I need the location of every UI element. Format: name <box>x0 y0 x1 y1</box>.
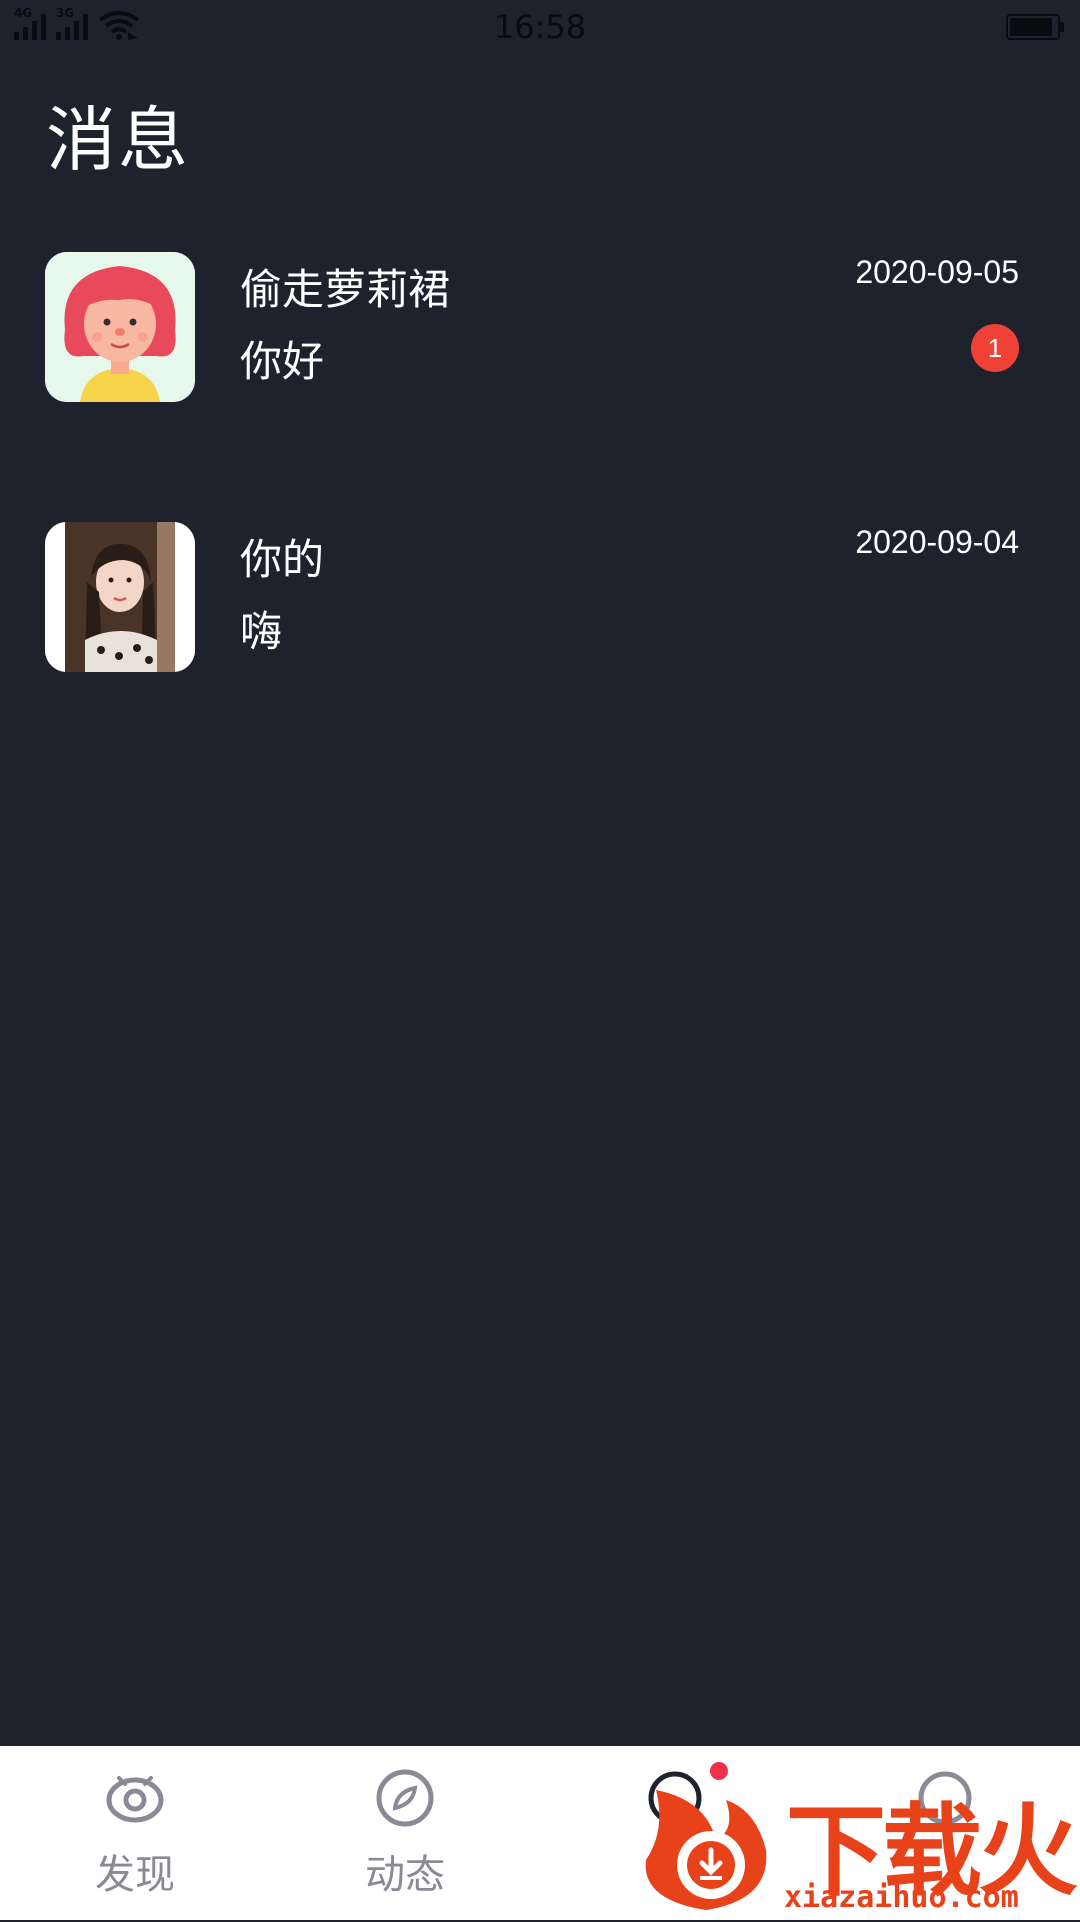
avatar[interactable] <box>45 522 195 672</box>
message-date: 2020-09-04 <box>855 524 1019 560</box>
photo-avatar-image <box>45 522 195 672</box>
battery-icon <box>1006 14 1064 40</box>
cartoon-girl-avatar-image <box>45 252 195 402</box>
avatar[interactable] <box>45 252 195 402</box>
tab-discover[interactable]: 发现 <box>0 1746 270 1920</box>
watermark-url: xiazaihuo.com <box>784 1880 1019 1915</box>
contact-name: 偷走萝莉裙 <box>240 265 451 314</box>
flame-logo-icon <box>645 1790 767 1910</box>
status-bar: 4G 3G 16:58 <box>0 0 1080 56</box>
status-time: 16:58 <box>493 8 587 46</box>
tab-label: 动态 <box>365 1852 445 1898</box>
page-title: 消息 <box>46 99 190 181</box>
message-preview: 你好 <box>240 337 325 386</box>
watermark: 下载火 xiazaihuo.com <box>636 1770 1078 1918</box>
compass-icon <box>376 1769 434 1827</box>
tab-feed[interactable]: 动态 <box>270 1746 540 1920</box>
contact-name: 你的 <box>240 535 325 584</box>
eye-icon <box>106 1776 164 1823</box>
tab-label: 发现 <box>95 1852 175 1898</box>
conversation-item[interactable]: 你的 嗨 2020-09-04 <box>0 522 1080 672</box>
message-preview: 嗨 <box>240 607 283 656</box>
unread-badge: 1 <box>971 324 1019 372</box>
conversation-item[interactable]: 偷走萝莉裙 你好 2020-09-05 1 <box>0 252 1080 402</box>
message-date: 2020-09-05 <box>855 254 1019 290</box>
